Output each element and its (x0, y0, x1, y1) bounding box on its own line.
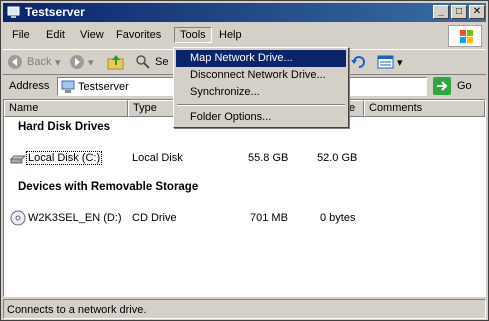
menu-view[interactable]: View (75, 28, 109, 42)
menu-edit[interactable]: Edit (41, 28, 70, 42)
column-comments[interactable]: Comments (364, 100, 485, 117)
go-button[interactable]: Go (433, 77, 483, 96)
chevron-down-icon: ▾ (397, 57, 403, 69)
drive-type: Local Disk (132, 152, 183, 164)
column-name[interactable]: Name (4, 100, 128, 117)
hard-drive-icon (10, 155, 26, 164)
chevron-down-icon: ▾ (88, 57, 94, 69)
drive-free-space: 0 bytes (320, 212, 356, 224)
close-button[interactable]: ✕ (469, 5, 485, 19)
drive-total-size: 55.8 GB (248, 152, 289, 164)
views-button[interactable]: ▾ (377, 54, 407, 72)
menu-favorites[interactable]: Favorites (111, 28, 166, 42)
up-folder-button[interactable] (107, 54, 127, 72)
windows-flag-icon (460, 30, 473, 43)
drive-total-size: 701 MB (250, 212, 288, 224)
up-folder-icon (107, 55, 124, 70)
group-hard-disk-drives: Hard Disk Drives (18, 121, 111, 133)
menu-bar: File Edit View Favorites Tools Help (3, 25, 486, 47)
address-value: Testserver (78, 81, 129, 93)
drive-free-space: 52.0 GB (317, 152, 358, 164)
go-label: Go (457, 80, 472, 92)
menu-item-synchronize[interactable]: Synchronize... (176, 84, 346, 101)
menu-item-folder-options[interactable]: Folder Options... (176, 109, 346, 126)
search-button[interactable]: Se (135, 54, 177, 72)
computer-icon (7, 6, 20, 18)
cd-drive-icon (10, 210, 26, 226)
menu-separator (177, 104, 345, 106)
back-button[interactable]: Back ▾ (7, 54, 65, 72)
undo-icon (351, 56, 365, 68)
minimize-button[interactable]: _ (433, 5, 449, 19)
undo-button[interactable] (351, 54, 367, 72)
search-label: Se (155, 56, 169, 68)
title-bar[interactable]: Testserver _ □ ✕ (3, 3, 486, 22)
maximize-button[interactable]: □ (451, 5, 467, 19)
address-label: Address (9, 80, 50, 92)
windows-logo (448, 25, 482, 47)
explorer-window: Testserver _ □ ✕ File Edit View Favorite… (0, 0, 489, 321)
file-list: Name Type e Comments Hard Disk Drives Lo… (3, 99, 486, 297)
list-item[interactable]: W2K3SEL_EN (D:) CD Drive 701 MB 0 bytes (4, 210, 485, 226)
drive-name: W2K3SEL_EN (D:) (28, 212, 122, 224)
forward-button[interactable]: ▾ (69, 54, 99, 72)
chevron-down-icon: ▾ (55, 57, 61, 69)
menu-item-map-network-drive[interactable]: Map Network Drive... (176, 50, 346, 67)
tools-menu-dropdown: Map Network Drive... Disconnect Network … (173, 47, 349, 128)
list-item[interactable]: Local Disk (C:) Local Disk 55.8 GB 52.0 … (4, 150, 485, 166)
computer-icon (61, 80, 75, 93)
search-icon (136, 55, 150, 69)
group-removable-storage: Devices with Removable Storage (18, 181, 199, 193)
drive-name: Local Disk (C:) (26, 151, 103, 165)
menu-file[interactable]: File (7, 28, 35, 42)
go-arrow-icon (433, 77, 451, 95)
status-bar: Connects to a network drive. (3, 299, 486, 319)
views-icon (377, 55, 394, 69)
forward-arrow-icon (70, 55, 84, 69)
window-title: Testserver (25, 5, 85, 19)
back-arrow-icon (8, 55, 22, 69)
drive-type: CD Drive (132, 212, 177, 224)
status-text: Connects to a network drive. (7, 304, 147, 316)
back-label: Back (27, 56, 52, 68)
menu-item-disconnect-network-drive[interactable]: Disconnect Network Drive... (176, 67, 346, 84)
menu-help[interactable]: Help (214, 28, 247, 42)
menu-tools[interactable]: Tools (174, 27, 212, 43)
